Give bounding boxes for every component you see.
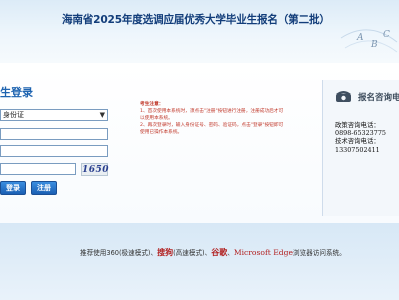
footer-text: 极速模式)、 [121,249,158,257]
footer-edge: Microsoft Edge [233,248,293,257]
chevron-down-icon: ▼ [99,111,105,119]
notice-line: 以使用本系统。 [140,116,173,121]
password-input[interactable] [0,145,108,157]
id-type-select[interactable]: 身份证 ▼ [0,109,108,121]
decor-letter-c: C [383,30,390,40]
decor-letter-a: A [356,33,364,43]
decor-letter-b: B [370,40,378,50]
id-number-input[interactable] [0,128,108,140]
footer-text: 推荐使用360( [80,249,122,257]
page-header: 海南省2025年度选调应届优秀大学毕业生报名（第二批） A B C [0,0,399,63]
notice-box: 考生注意： 1、首次使用本系统时，须点击"注册"按钮进行注册，注册成功后才可 以… [140,101,310,136]
browser-recommendation: 推荐使用360(极速模式)、搜狗(高速模式)、谷歌、Microsoft Edge… [80,247,380,258]
login-panel: 生登录 身份证 ▼ 1650 [0,63,140,223]
policy-label: 政策咨询电话： [335,121,380,129]
notice-line: 2、再次登录时，输入身份证号、密码、验证码，点击"登录"按钮即可 [140,123,284,128]
captcha-input[interactable] [0,163,76,175]
tech-phone: 13307502411 [335,145,380,154]
notice-line: 1、首次使用本系统时，须点击"注册"按钮进行注册，注册成功后才可 [140,109,284,114]
contact-header: 报名咨询电 [323,80,399,113]
contact-panel: 报名咨询电 政策咨询电话： 0898-65323775 技术咨询电话： 1330… [322,80,399,216]
register-button[interactable]: 注册 [31,181,57,195]
id-type-value: 身份证 [3,111,24,119]
login-title: 生登录 [0,86,33,99]
decorative-letters-graphic: A B C [340,29,398,53]
footer-google: 谷歌 [211,248,228,257]
contact-title: 报名咨询电 [358,93,399,103]
page-footer: 推荐使用360(极速模式)、搜狗(高速模式)、谷歌、Microsoft Edge… [0,223,399,300]
phone-icon [336,91,351,102]
footer-text: 、 [227,249,234,257]
contact-info: 政策咨询电话： 0898-65323775 技术咨询电话： 1330750241… [335,121,399,154]
notice-heading: 考生注意： [140,102,164,107]
tech-label: 技术咨询电话： [335,137,380,146]
footer-text: (高速模式)、 [173,249,212,257]
notice-line: 使用已操作本系统。 [140,130,183,135]
footer-text: 浏览器访问系统。 [292,249,346,257]
captcha-image[interactable]: 1650 [81,163,109,176]
login-button[interactable]: 登录 [0,181,26,195]
page-title: 海南省2025年度选调应届优秀大学毕业生报名（第二批） [62,14,330,26]
footer-sougou: 搜狗 [157,248,174,257]
